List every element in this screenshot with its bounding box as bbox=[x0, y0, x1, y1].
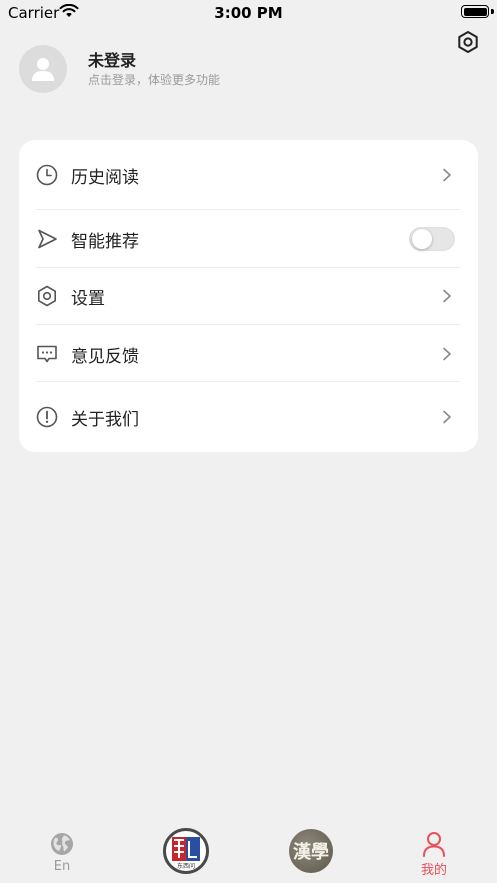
divider bbox=[36, 324, 460, 325]
chevron-right-icon bbox=[443, 347, 451, 361]
clock-icon bbox=[36, 164, 58, 186]
menu-item-about[interactable]: 关于我们 bbox=[19, 394, 478, 440]
battery-cap bbox=[491, 9, 494, 14]
battery-icon bbox=[461, 5, 489, 18]
tab-en[interactable]: En bbox=[27, 826, 97, 883]
tab-en-label: En bbox=[53, 859, 71, 874]
globe-icon bbox=[51, 833, 73, 855]
tab-mine[interactable]: 我的 bbox=[399, 826, 469, 883]
divider bbox=[36, 209, 460, 210]
tab-mine-label: 我的 bbox=[420, 863, 447, 878]
hanxue-text: 漢學 bbox=[293, 841, 329, 863]
menu-item-smart-recommend: 智能推荐 bbox=[19, 216, 478, 262]
dongxiwen-logo-icon: 东西问 bbox=[172, 837, 200, 870]
dongxiwen-caption: 东西问 bbox=[177, 862, 195, 870]
status-time: 3:00 PM bbox=[214, 4, 283, 22]
menu-item-label: 历史阅读 bbox=[71, 167, 139, 188]
avatar[interactable] bbox=[19, 45, 67, 93]
menu-card: 历史阅读 智能推荐 设置 意见反馈 关于我们 bbox=[19, 140, 478, 452]
menu-item-label: 关于我们 bbox=[71, 409, 139, 430]
divider bbox=[36, 381, 460, 382]
tab-dongxiwen[interactable]: 东西问 bbox=[163, 828, 209, 874]
tab-hanxue[interactable]: 漢學 bbox=[289, 829, 333, 873]
login-title[interactable]: 未登录 bbox=[88, 47, 136, 71]
user-placeholder-icon bbox=[32, 58, 54, 81]
menu-item-history[interactable]: 历史阅读 bbox=[19, 152, 478, 198]
toggle-knob bbox=[412, 229, 432, 249]
smart-recommend-toggle[interactable] bbox=[409, 227, 455, 251]
hexagon-gear-icon bbox=[37, 285, 57, 307]
person-icon bbox=[423, 832, 445, 857]
menu-item-feedback[interactable]: 意见反馈 bbox=[19, 331, 478, 377]
info-circle-icon bbox=[36, 406, 58, 428]
login-subtitle[interactable]: 点击登录，体验更多功能 bbox=[88, 71, 220, 88]
chat-bubble-icon bbox=[37, 345, 57, 363]
status-bar: Carrier 3:00 PM bbox=[0, 0, 497, 26]
chevron-right-icon bbox=[443, 410, 451, 424]
chevron-right-icon bbox=[443, 168, 451, 182]
hanxue-logo-icon: 漢學 bbox=[293, 841, 329, 863]
divider bbox=[36, 267, 460, 268]
menu-item-label: 意见反馈 bbox=[71, 346, 139, 367]
settings-icon[interactable] bbox=[456, 30, 480, 54]
tab-bar: En 我的 bbox=[0, 826, 497, 883]
send-icon bbox=[38, 229, 57, 249]
menu-item-label: 设置 bbox=[71, 288, 105, 309]
menu-item-label: 智能推荐 bbox=[71, 231, 139, 252]
chevron-right-icon bbox=[443, 289, 451, 303]
menu-item-settings[interactable]: 设置 bbox=[19, 273, 478, 319]
